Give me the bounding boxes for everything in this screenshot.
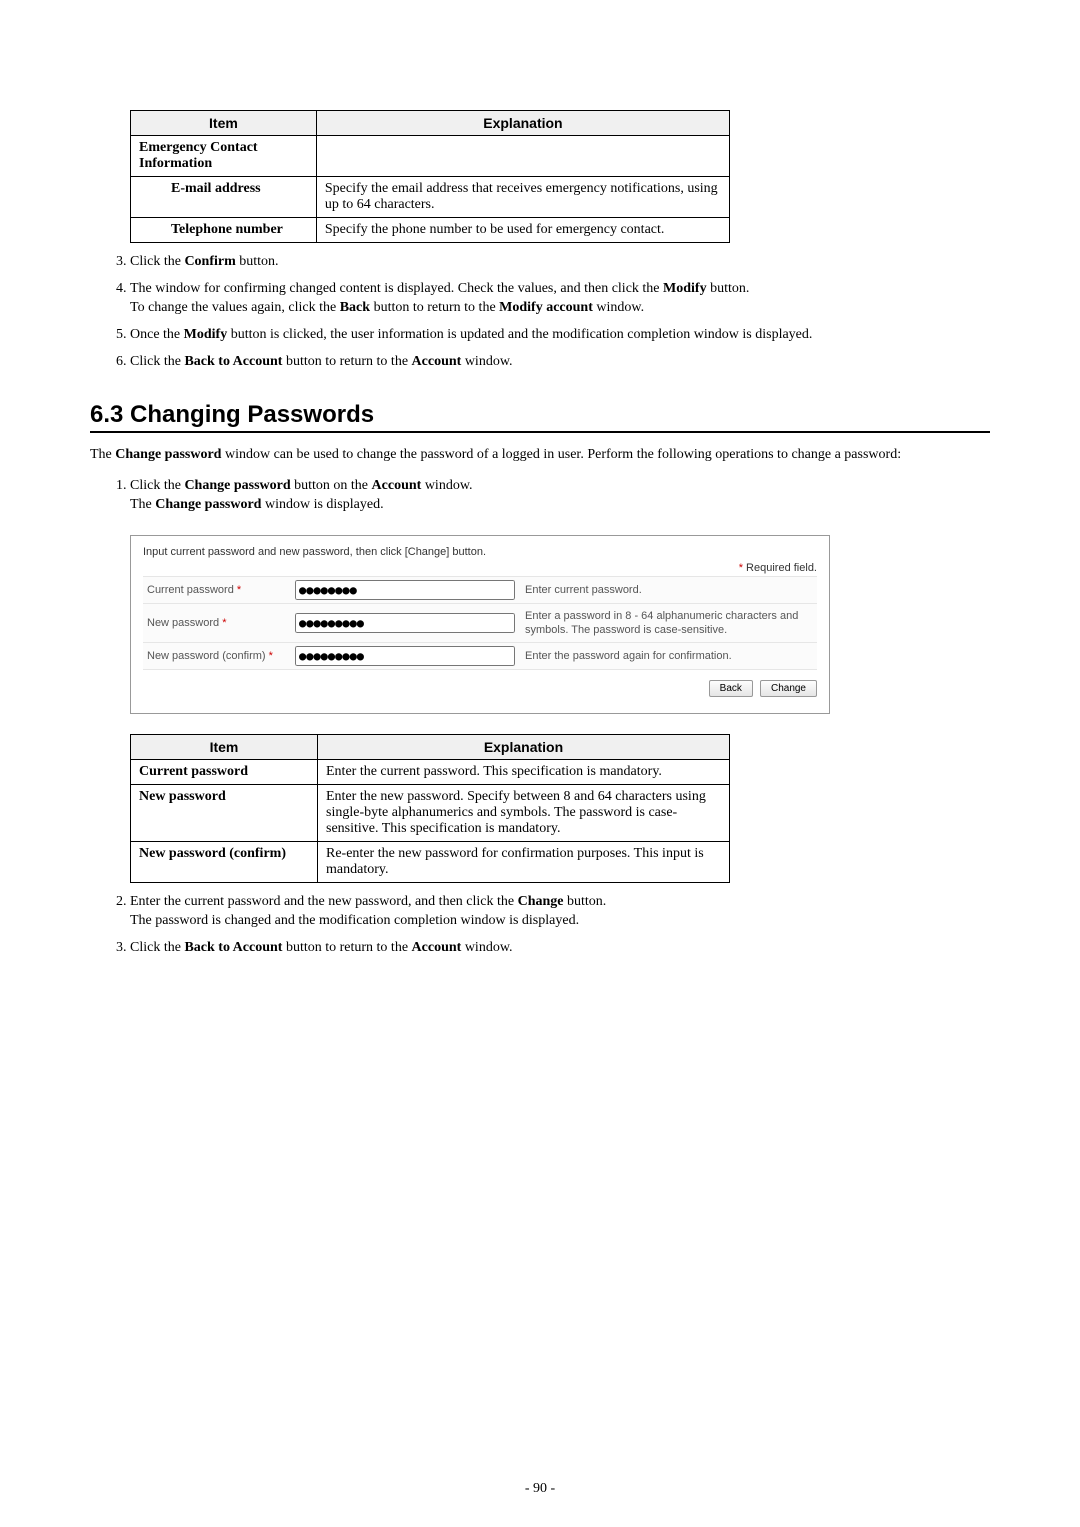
change-password-window-mock: Input current password and new password,… <box>130 535 830 715</box>
cell-explanation: Enter the current password. This specifi… <box>318 760 730 785</box>
table-header-item: Item <box>131 735 318 760</box>
asterisk-icon: * <box>269 650 273 662</box>
change-button[interactable]: Change <box>760 680 817 697</box>
confirm-password-label: New password (confirm) * <box>143 648 291 664</box>
emergency-contact-table: Item Explanation Emergency Contact Infor… <box>130 110 730 243</box>
modify-steps-list: Click the Confirm button. The window for… <box>130 253 990 371</box>
cell-item: New password <box>139 789 226 804</box>
table-row: Current password Enter the current passw… <box>131 760 730 785</box>
table-row: Telephone number Specify the phone numbe… <box>131 218 730 243</box>
list-item: Click the Change password button on the … <box>130 477 990 515</box>
confirm-password-row: New password (confirm) * Enter the passw… <box>143 643 817 670</box>
list-item: The window for confirming changed conten… <box>130 280 990 318</box>
table-header-explanation: Explanation <box>316 111 729 136</box>
change-password-fields-table: Item Explanation Current password Enter … <box>130 734 730 883</box>
list-item: Once the Modify button is clicked, the u… <box>130 326 990 345</box>
confirm-password-input[interactable] <box>295 646 515 666</box>
new-password-row: New password * Enter a password in 8 - 6… <box>143 604 817 644</box>
back-button[interactable]: Back <box>709 680 753 697</box>
mock-hint-text: Input current password and new password,… <box>143 546 817 558</box>
section-heading: 6.3 Changing Passwords <box>90 401 990 433</box>
new-password-label: New password * <box>143 615 291 631</box>
cell-item: Current password <box>139 764 248 779</box>
cell-item: Telephone number <box>171 222 283 237</box>
cell-explanation: Specify the phone number to be used for … <box>316 218 729 243</box>
asterisk-icon: * <box>222 617 226 629</box>
table-header-explanation: Explanation <box>318 735 730 760</box>
current-password-input[interactable] <box>295 580 515 600</box>
table-row: New password Enter the new password. Spe… <box>131 785 730 842</box>
list-item: Enter the current password and the new p… <box>130 893 990 931</box>
new-password-desc: Enter a password in 8 - 64 alphanumeric … <box>519 607 817 640</box>
table-header-item: Item <box>131 111 317 136</box>
cell-item: E-mail address <box>171 181 261 196</box>
list-item: Click the Confirm button. <box>130 253 990 272</box>
table-row: E-mail address Specify the email address… <box>131 177 730 218</box>
cell-explanation: Re-enter the new password for confirmati… <box>318 842 730 883</box>
new-password-input[interactable] <box>295 613 515 633</box>
cell-explanation <box>316 136 729 177</box>
list-item: Click the Back to Account button to retu… <box>130 353 990 372</box>
intro-paragraph: The Change password window can be used t… <box>90 445 990 465</box>
cell-explanation: Enter the new password. Specify between … <box>318 785 730 842</box>
table-row: New password (confirm) Re-enter the new … <box>131 842 730 883</box>
cell-item: New password (confirm) <box>139 846 286 861</box>
asterisk-icon: * <box>237 584 241 596</box>
current-password-row: Current password * Enter current passwor… <box>143 576 817 604</box>
list-item: Click the Back to Account button to retu… <box>130 939 990 958</box>
cell-item: Emergency Contact Information <box>139 140 258 171</box>
current-password-desc: Enter current password. <box>519 581 817 599</box>
table-row: Emergency Contact Information <box>131 136 730 177</box>
cell-explanation: Specify the email address that receives … <box>316 177 729 218</box>
confirm-password-desc: Enter the password again for confirmatio… <box>519 647 817 665</box>
page-number: - 90 - <box>0 1481 1080 1497</box>
change-password-steps-2: Enter the current password and the new p… <box>130 893 990 958</box>
required-field-legend: * Required field. <box>143 562 817 574</box>
change-password-steps-1: Click the Change password button on the … <box>130 477 990 515</box>
current-password-label: Current password * <box>143 582 291 598</box>
